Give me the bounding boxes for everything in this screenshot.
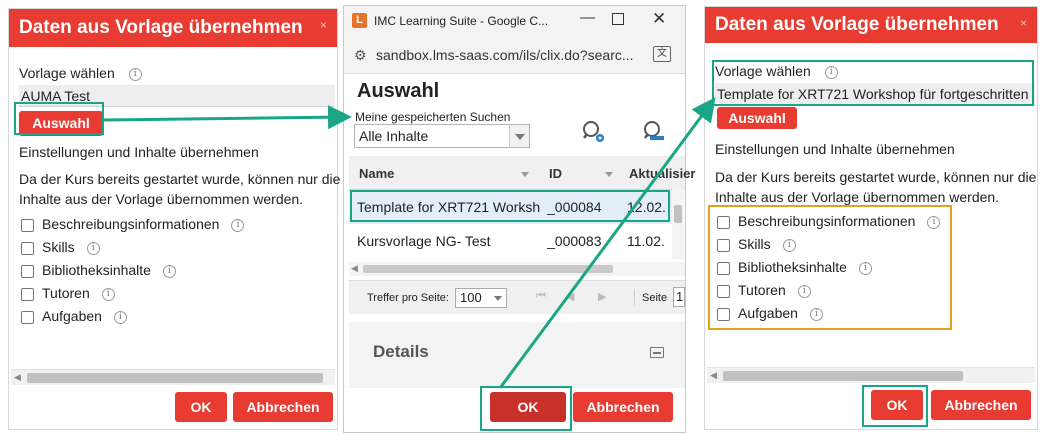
annotation-arrows [103, 97, 716, 389]
arrow-to-browser [103, 105, 352, 130]
arrow-to-template-field [498, 97, 716, 389]
